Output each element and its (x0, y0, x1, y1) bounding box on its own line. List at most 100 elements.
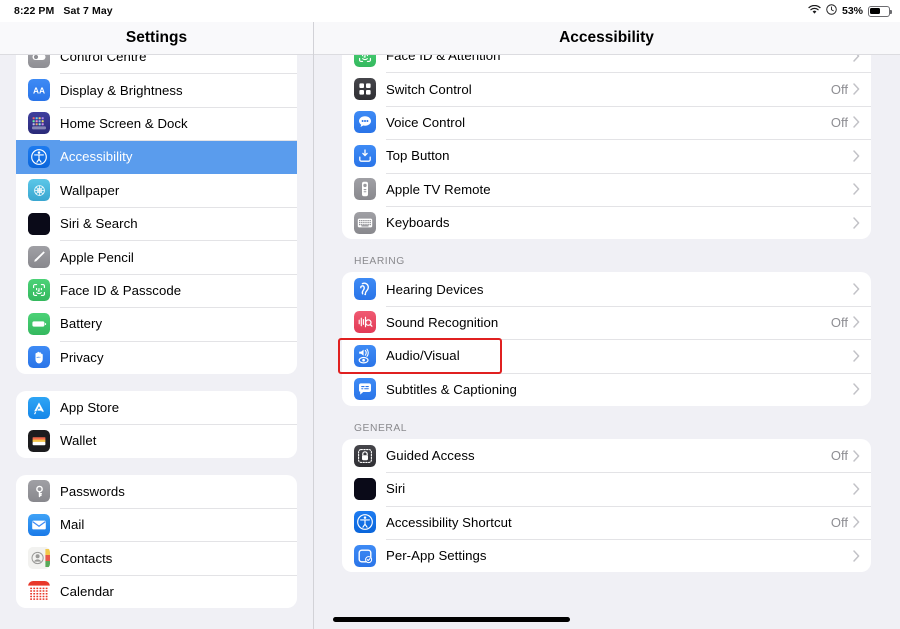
detail-item-subtitles-captioning[interactable]: Subtitles & Captioning (342, 372, 871, 406)
detail-scroll[interactable]: Face ID & Attention Switch Control Off V… (313, 55, 900, 629)
chevron-right-icon (853, 483, 860, 495)
sidebar-item-home-screen-dock[interactable]: Home Screen & Dock (16, 106, 297, 140)
sidebar-item-calendar[interactable]: Calendar (16, 574, 297, 608)
privacy-icon (28, 346, 50, 369)
detail-item-label: Face ID & Attention (386, 55, 501, 64)
sidebar-item-battery[interactable]: Battery (16, 307, 297, 340)
detail-item-accessibility-shortcut[interactable]: Accessibility Shortcut Off (342, 505, 871, 539)
home-indicator (333, 617, 570, 622)
sidebar-item-label: Battery (60, 316, 103, 332)
sidebar-item-passwords[interactable]: Passwords (16, 475, 297, 508)
rotation-lock-icon (826, 4, 837, 18)
keyboards-icon (354, 211, 376, 234)
mail-icon (28, 513, 50, 536)
sidebar-item-label: Contacts (60, 550, 113, 566)
status-bar-right: 53% (808, 4, 892, 18)
wallet-icon (28, 429, 50, 452)
detail-item-keyboards[interactable]: Keyboards (342, 205, 871, 239)
detail-item-label: Subtitles & Captioning (386, 381, 517, 397)
detail-item-label: Apple TV Remote (386, 181, 491, 197)
status-bar: 8:22 PM Sat 7 May 53% (0, 0, 900, 22)
detail-item-label: Top Button (386, 148, 450, 164)
siri-icon (354, 477, 376, 500)
hearing-devices-icon (354, 278, 376, 301)
chevron-right-icon (853, 449, 860, 462)
detail-group-0: Face ID & Attention Switch Control Off V… (342, 55, 871, 240)
sidebar-item-label: Wallpaper (60, 182, 120, 198)
detail-item-value: Off (830, 514, 848, 530)
sidebar-item-label: Home Screen & Dock (60, 115, 188, 131)
face-id-icon (28, 279, 50, 302)
app-store-icon (28, 396, 50, 419)
sidebar-item-label: Wallet (60, 433, 97, 449)
sidebar-item-label: Passwords (60, 483, 125, 499)
sidebar-item-privacy[interactable]: Privacy (16, 340, 297, 374)
detail-item-value: Off (830, 114, 848, 130)
sidebar-item-mail[interactable]: Mail (16, 508, 297, 541)
detail-item-value: Off (830, 81, 848, 97)
detail-item-hearing-devices[interactable]: Hearing Devices (342, 272, 871, 305)
settings-sidebar: Settings Control Centre AA Display & Bri… (0, 22, 313, 629)
chevron-right-icon (853, 183, 860, 195)
guided-access-icon (354, 444, 376, 467)
accessibility-icon (28, 145, 50, 168)
detail-item-label: Per-App Settings (386, 548, 487, 564)
detail-item-siri[interactable]: Siri (342, 472, 871, 505)
apple-tv-remote-icon (354, 178, 376, 201)
detail-item-sound-recognition[interactable]: Sound Recognition Off (342, 305, 871, 339)
chevron-right-icon (853, 550, 860, 562)
siri-search-icon (28, 212, 50, 235)
detail-item-label: Sound Recognition (386, 314, 499, 330)
svg-text:AA: AA (33, 86, 45, 96)
sidebar-item-wallet[interactable]: Wallet (16, 424, 297, 457)
detail-item-top-button[interactable]: Top Button (342, 139, 871, 172)
status-time: 8:22 PM (14, 5, 55, 17)
accessibility-shortcut-icon (354, 511, 376, 534)
face-id-attention-icon (354, 55, 376, 67)
sidebar-item-control-centre[interactable]: Control Centre (16, 55, 297, 73)
group-gap (0, 458, 313, 475)
pane-divider (313, 22, 314, 629)
sidebar-item-siri-search[interactable]: Siri & Search (16, 206, 297, 240)
switch-control-icon (354, 78, 376, 101)
detail-item-guided-access[interactable]: Guided Access Off (342, 439, 871, 472)
chevron-right-icon (853, 116, 860, 129)
sidebar-item-label: Calendar (60, 584, 114, 600)
sidebar-item-wallpaper[interactable]: Wallpaper (16, 174, 297, 207)
detail-item-apple-tv-remote[interactable]: Apple TV Remote (342, 172, 871, 206)
detail-item-audio-visual[interactable]: Audio/Visual (342, 339, 871, 372)
sidebar-item-label: Privacy (60, 349, 104, 365)
top-button-icon (354, 144, 376, 167)
detail-item-switch-control[interactable]: Switch Control Off (342, 72, 871, 105)
detail-item-face-id-attention[interactable]: Face ID & Attention (342, 55, 871, 72)
sidebar-item-apple-pencil[interactable]: Apple Pencil (16, 240, 297, 273)
sidebar-item-label: Apple Pencil (60, 249, 134, 265)
detail-title: Accessibility (313, 22, 900, 55)
chevron-right-icon (853, 55, 860, 62)
accessibility-detail-pane: Accessibility Face ID & Attention Switch… (313, 22, 900, 629)
detail-item-label: Voice Control (386, 114, 466, 130)
chevron-right-icon (853, 350, 860, 362)
sidebar-item-face-id-passcode[interactable]: Face ID & Passcode (16, 273, 297, 307)
detail-item-voice-control[interactable]: Voice Control Off (342, 105, 871, 139)
wifi-icon (808, 4, 821, 18)
sidebar-item-contacts[interactable]: Contacts (16, 541, 297, 574)
sidebar-item-display-brightness[interactable]: AA Display & Brightness (16, 73, 297, 106)
detail-item-label: Keyboards (386, 215, 450, 231)
subtitles-captioning-icon (354, 378, 376, 401)
per-app-settings-icon (354, 544, 376, 567)
sidebar-item-app-store[interactable]: App Store (16, 391, 297, 424)
chevron-right-icon (853, 316, 860, 329)
sidebar-item-accessibility[interactable]: Accessibility (16, 140, 297, 174)
voice-control-icon (354, 111, 376, 134)
detail-group-1: Hearing Devices Sound Recognition Off Au… (342, 272, 871, 406)
sidebar-scroll[interactable]: Control Centre AA Display & Brightness H… (0, 55, 313, 629)
detail-item-label: Switch Control (386, 81, 472, 97)
sidebar-group-0: Control Centre AA Display & Brightness H… (16, 55, 297, 374)
sidebar-item-label: Mail (60, 517, 85, 533)
detail-item-per-app-settings[interactable]: Per-App Settings (342, 539, 871, 572)
sidebar-item-label: Control Centre (60, 55, 147, 65)
home-screen-dock-icon (28, 112, 50, 135)
